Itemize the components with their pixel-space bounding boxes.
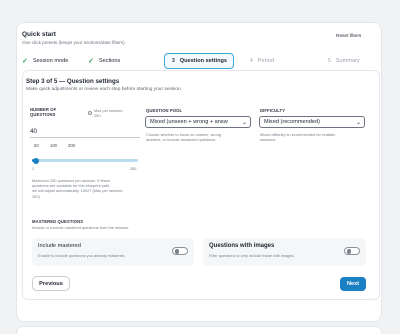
difficulty-select[interactable]: Mixed (recommended) ⌄	[259, 116, 365, 128]
slider-min-label: 1	[32, 167, 35, 171]
question-pool-help: Choose whether to focus on unseen, wrong…	[146, 132, 252, 142]
mastered-label: MASTERED QUESTIONS	[32, 219, 84, 224]
step-question-settings[interactable]: 3 Question settings	[164, 53, 234, 69]
toggle-knob	[174, 249, 180, 254]
check-icon: ✓	[88, 58, 94, 65]
quick-start-subtitle: One click presets (keeps your sections/d…	[22, 40, 126, 45]
questions-with-images-desc: Filter questions to only include those w…	[209, 253, 295, 258]
step-label: Period	[257, 58, 274, 64]
question-slider-handle[interactable]	[32, 157, 39, 164]
difficulty-label: DIFFICULTY	[260, 108, 286, 113]
input-underline	[30, 137, 140, 138]
difficulty-value: Mixed (recommended)	[264, 119, 320, 125]
toggle-knob	[346, 249, 352, 254]
step-number: 3	[172, 58, 175, 64]
questions-label: NUMBER OF QUESTIONS	[30, 107, 56, 117]
max-radio[interactable]	[88, 111, 92, 115]
slider-max-label: 250	[130, 167, 137, 171]
step-label: Question settings	[179, 58, 228, 64]
step-number: 4	[250, 58, 253, 64]
next-card	[16, 326, 382, 334]
step-summary[interactable]: 5 Summary	[328, 53, 360, 69]
questions-with-images-title: Questions with images	[209, 243, 275, 249]
step-number: 5	[328, 58, 331, 64]
stepper: ✓ Session mode ✓ Sections 3 Question set…	[22, 53, 372, 69]
question-slider-track[interactable]	[32, 159, 138, 162]
chevron-down-icon: ⌄	[241, 120, 247, 126]
help-line: answers, or include answered questions.	[146, 137, 217, 143]
previous-button[interactable]: Previous	[32, 276, 70, 291]
chevron-down-icon: ⌄	[355, 120, 361, 126]
reset-filters-button[interactable]: Reset filters	[336, 34, 361, 39]
questions-with-images-toggle[interactable]	[344, 247, 360, 255]
question-count-input[interactable]	[30, 126, 140, 137]
include-mastered-toggle[interactable]	[172, 247, 188, 255]
note-line: 250).	[32, 193, 41, 199]
questions-label-line: QUESTIONS	[30, 112, 56, 118]
preset-200-button[interactable]: 200	[68, 143, 75, 148]
include-mastered-desc: Enable to include questions you already …	[38, 253, 126, 258]
max-per-session: Max per session: 250	[94, 108, 123, 118]
step-session-mode[interactable]: ✓ Session mode	[22, 53, 68, 69]
next-button[interactable]: Next	[340, 277, 366, 291]
preset-100-button[interactable]: 100	[50, 143, 57, 148]
step-heading: Step 3 of 5 — Question settings	[26, 78, 120, 85]
step-label: Sections	[98, 58, 121, 64]
check-icon: ✓	[22, 58, 28, 65]
quick-start-title: Quick start	[22, 31, 56, 38]
mastered-description: Include or exclude mastered questions fr…	[32, 225, 130, 230]
preset-50-button[interactable]: 50	[34, 143, 39, 148]
include-mastered-title: Include mastered	[38, 243, 81, 249]
step-description: Make quick adjustments or review each st…	[26, 87, 182, 92]
step-period[interactable]: 4 Period	[250, 53, 274, 69]
question-pool-label: QUESTION POOL	[146, 108, 183, 113]
step-label: Session mode	[32, 58, 69, 64]
max-line: 250	[94, 113, 101, 119]
difficulty-help: Mixed difficulty is recommended for real…	[260, 132, 366, 142]
question-pool-select[interactable]: Mixed (unseen + wrong + answ ⌄	[145, 116, 251, 128]
step-label: Summary	[335, 58, 360, 64]
question-pool-value: Mixed (unseen + wrong + answ	[150, 119, 228, 125]
questions-note: Maximum 250 questions per session. If fe…	[32, 178, 144, 199]
help-line: sessions.	[260, 137, 277, 143]
step-sections[interactable]: ✓ Sections	[88, 53, 120, 69]
